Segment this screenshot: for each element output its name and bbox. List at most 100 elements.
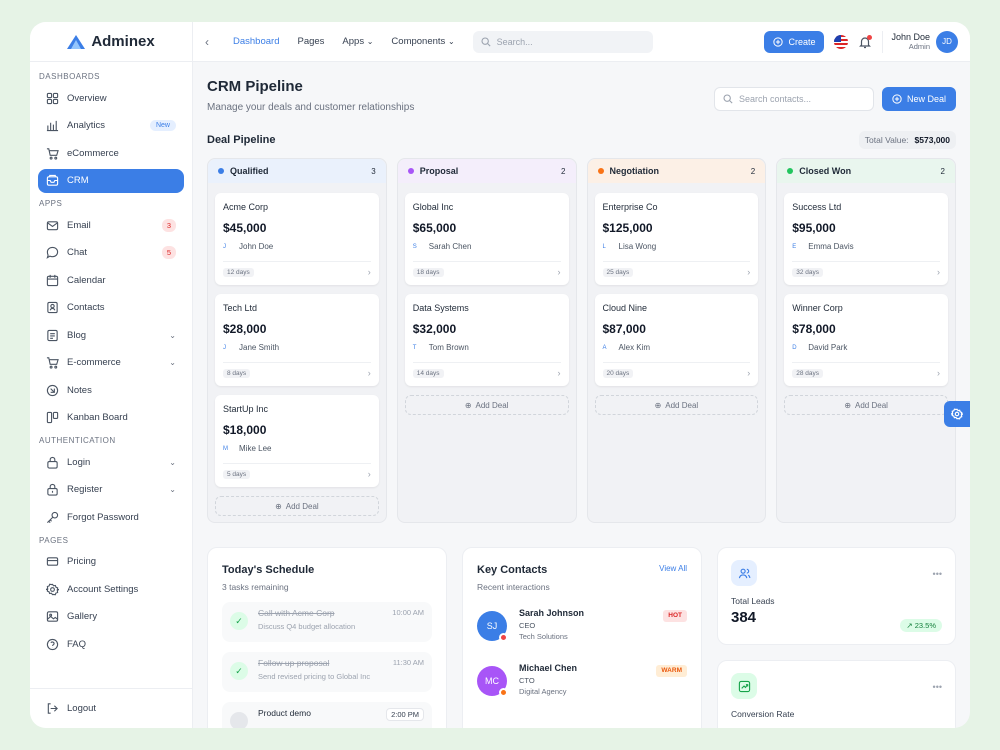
add-deal-button[interactable]: ⊕ Add Deal — [404, 395, 569, 415]
chevron-right-icon[interactable]: › — [937, 368, 940, 378]
chevron-right-icon[interactable]: › — [368, 469, 371, 479]
contact-info: Sarah Johnson CEO Tech Solutions — [519, 608, 651, 641]
topnav-pages[interactable]: Pages — [297, 36, 324, 47]
add-deal-button[interactable]: ⊕ Add Deal — [784, 395, 948, 415]
deal-company: StartUp Inc — [223, 404, 269, 414]
sidebar-item-label: Overview — [67, 92, 107, 104]
gear-icon — [46, 583, 59, 596]
deal-card[interactable]: Success Ltd $95,000 E Emma Davis 32 days › — [784, 193, 948, 285]
deal-card[interactable]: StartUp Inc $18,000 M Mike Lee 5 days › — [215, 395, 379, 487]
deal-card[interactable]: Data Systems $32,000 T Tom Brown 14 days › — [404, 294, 569, 386]
task-item[interactable]: ✓ Call with Acme Corp Discuss Q4 budget … — [222, 602, 432, 642]
topnav-dashboard[interactable]: Dashboard — [233, 36, 279, 47]
contact-item[interactable]: MC Michael Chen CTO Digital Agency WARM — [477, 663, 687, 697]
collapse-sidebar-icon[interactable]: ‹ — [205, 35, 225, 49]
sidebar-item-crm[interactable]: CRM — [38, 168, 184, 193]
sidebar-item-label: Blog — [67, 329, 87, 341]
task-item[interactable]: Product demo 2:00 PM — [222, 702, 432, 728]
more-icon[interactable]: ••• — [933, 569, 942, 579]
topnav-apps[interactable]: Apps ⌄ — [342, 36, 373, 47]
new-deal-button[interactable]: New Deal — [881, 86, 956, 111]
logo[interactable]: Adminex — [30, 22, 192, 62]
app-frame: Adminex Dashboards Overview Analytics Ne… — [30, 22, 970, 728]
owner-name: Lisa Wong — [618, 242, 657, 251]
sidebar-item-overview[interactable]: Overview — [38, 86, 184, 111]
status-badge: WARM — [656, 665, 687, 677]
conversion-rate-card: ••• Conversion Rate — [717, 660, 956, 728]
user-menu[interactable]: John Doe Admin JD — [882, 30, 958, 53]
more-icon[interactable]: ••• — [933, 682, 942, 692]
us-flag-icon[interactable] — [834, 34, 849, 49]
chevron-down-icon: ⌄ — [169, 485, 176, 495]
sidebar-item-account-settings[interactable]: Account Settings — [38, 577, 184, 602]
deal-card[interactable]: Tech Ltd $28,000 J Jane Smith 8 days › — [215, 294, 379, 386]
check-icon: ✓ — [230, 612, 248, 630]
task-body: Call with Acme Corp Discuss Q4 budget al… — [258, 608, 382, 631]
chevron-right-icon[interactable]: › — [747, 267, 750, 277]
sidebar-item-forgot-password[interactable]: Forgot Password — [38, 505, 184, 530]
contact-info: Michael Chen CTO Digital Agency — [519, 663, 644, 696]
sidebar-item-blog[interactable]: Blog ⌄ — [38, 323, 184, 348]
sidebar-item-chat[interactable]: Chat 5 — [38, 241, 184, 266]
chevron-down-icon: ⌄ — [169, 358, 176, 368]
deal-age: 25 days — [602, 267, 634, 277]
sidebar-item-ecommerce[interactable]: eCommerce — [38, 141, 184, 166]
view-all-link[interactable]: View All — [659, 564, 687, 592]
chevron-right-icon[interactable]: › — [747, 368, 750, 378]
sidebar-item-kanban-board[interactable]: Kanban Board — [38, 406, 184, 431]
task-time: 2:00 PM — [386, 708, 424, 721]
sidebar-item-pricing[interactable]: Pricing — [38, 550, 184, 575]
add-deal-label: Add Deal — [475, 400, 509, 410]
chevron-right-icon[interactable]: › — [937, 267, 940, 277]
count-badge: 5 — [162, 246, 176, 260]
notification-bell[interactable] — [858, 34, 873, 49]
notes-icon — [46, 384, 59, 396]
create-button[interactable]: Create — [764, 30, 825, 53]
deal-footer: 32 days › — [792, 261, 940, 277]
task-item[interactable]: ✓ Follow up proposal Send revised pricin… — [222, 652, 432, 692]
sidebar-item-calendar[interactable]: Calendar — [38, 268, 184, 293]
sidebar-item-contacts[interactable]: Contacts — [38, 296, 184, 321]
sidebar-item-email[interactable]: Email 3 — [38, 213, 184, 238]
deal-age: 32 days — [792, 267, 824, 277]
task-body: Product demo — [258, 708, 376, 718]
topbar-actions: Create John Doe Admin JD — [764, 30, 958, 53]
sidebar-item-login[interactable]: Login ⌄ — [38, 450, 184, 475]
contact-name: Michael Chen — [519, 663, 578, 673]
sidebar-item-register[interactable]: Register ⌄ — [38, 478, 184, 503]
topnav-components[interactable]: Components ⌄ — [391, 36, 454, 47]
credit-card-icon — [46, 557, 59, 567]
sidebar-item-gallery[interactable]: Gallery — [38, 605, 184, 630]
search-input[interactable]: Search... — [472, 30, 653, 53]
sidebar-item-e-commerce[interactable]: E-commerce ⌄ — [38, 351, 184, 376]
add-deal-button[interactable]: ⊕ Add Deal — [215, 496, 379, 516]
deal-company: Success Ltd — [792, 202, 842, 212]
deal-card[interactable]: Acme Corp $45,000 J John Doe 12 days › — [215, 193, 379, 285]
owner-name: Tom Brown — [428, 343, 469, 352]
deal-card[interactable]: Winner Corp $78,000 D David Park 28 days › — [784, 294, 948, 386]
deal-card[interactable]: Cloud Nine $87,000 A Alex Kim 20 days › — [594, 294, 759, 386]
sidebar-item-notes[interactable]: Notes — [38, 378, 184, 403]
settings-fab[interactable] — [944, 401, 970, 427]
contact-role: CTO — [519, 676, 535, 685]
sidebar-item-analytics[interactable]: Analytics New — [38, 114, 184, 139]
lock-icon — [47, 456, 58, 469]
logout-button[interactable]: Logout — [30, 688, 192, 728]
deal-company: Tech Ltd — [223, 303, 258, 313]
chevron-right-icon[interactable]: › — [558, 368, 561, 378]
deal-footer: 20 days › — [602, 362, 751, 378]
chevron-right-icon[interactable]: › — [368, 368, 371, 378]
contact-item[interactable]: SJ Sarah Johnson CEO Tech Solutions HOT — [477, 608, 687, 642]
status-dot — [787, 168, 794, 174]
sidebar-item-faq[interactable]: FAQ — [38, 632, 184, 657]
deal-card[interactable]: Global Inc $65,000 S Sarah Chen 18 days › — [404, 193, 569, 285]
chevron-right-icon[interactable]: › — [558, 267, 561, 277]
deal-age: 12 days — [223, 267, 254, 277]
add-deal-button[interactable]: ⊕ Add Deal — [594, 395, 759, 415]
trend-value: 23.5% — [914, 621, 936, 630]
chevron-right-icon[interactable]: › — [368, 267, 371, 277]
contact-search-input[interactable]: Search contacts... — [713, 86, 874, 111]
deal-card[interactable]: Enterprise Co $125,000 L Lisa Wong 25 days › — [594, 193, 759, 285]
status-dot — [218, 168, 224, 174]
task-desc: Discuss Q4 budget allocation — [258, 622, 356, 631]
